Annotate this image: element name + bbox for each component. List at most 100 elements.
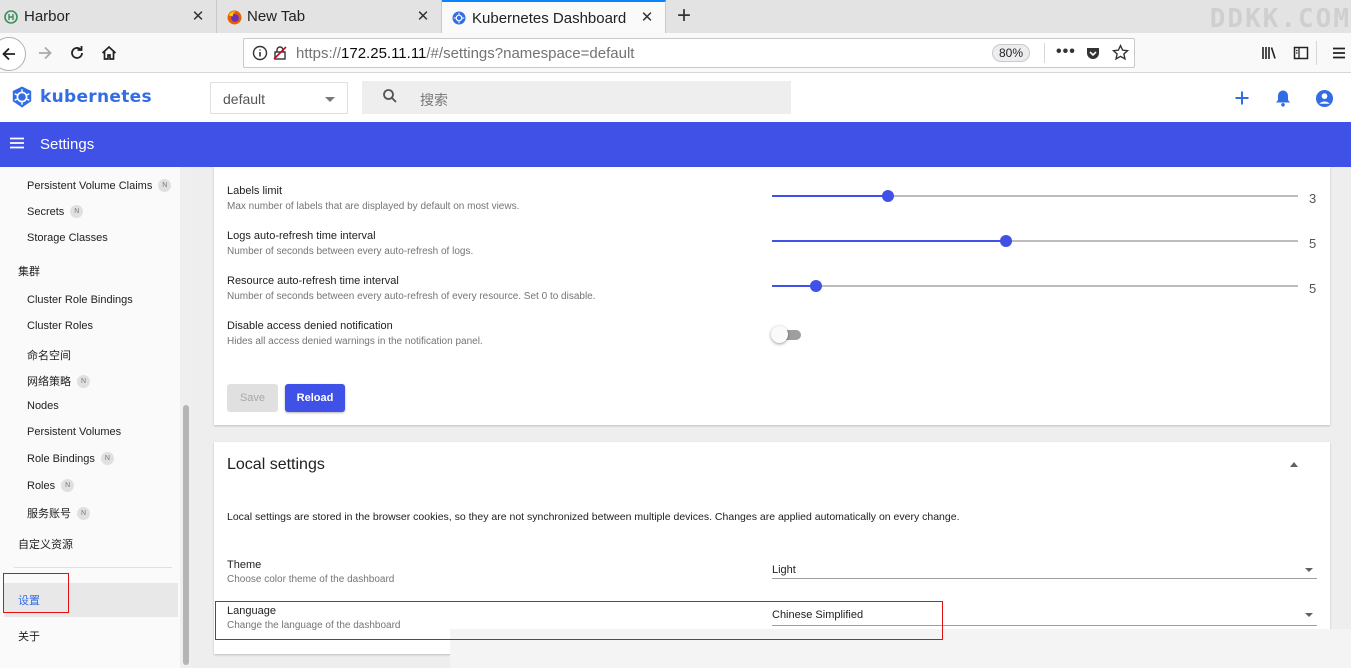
sidebar-item-custom-resources[interactable]: 自定义资源: [18, 536, 73, 552]
sidebar-item-label: Secrets: [27, 205, 65, 218]
sidebar-item-secrets[interactable]: Secrets N: [27, 205, 84, 218]
reload-button[interactable]: Reload: [285, 384, 345, 412]
page-title: Settings: [40, 136, 95, 153]
slider-thumb[interactable]: [809, 280, 822, 292]
save-button[interactable]: Save: [227, 384, 278, 412]
watermark-logo: DDKK.COM: [1209, 4, 1351, 34]
sidebar-item-role-bindings[interactable]: Role Bindings N: [27, 452, 114, 465]
sidebar-item-network-policies[interactable]: 网络策略 N: [27, 373, 90, 389]
search-input[interactable]: 搜索: [362, 81, 791, 114]
resource-refresh-slider[interactable]: [772, 280, 1298, 292]
url-text[interactable]: https://172.25.11.11/#/settings?namespac…: [296, 45, 634, 62]
arrow-right-icon: [39, 46, 52, 60]
info-icon[interactable]: [252, 45, 268, 66]
sidebar-item-cluster-role-bindings[interactable]: Cluster Role Bindings: [27, 294, 133, 306]
user-account-button[interactable]: [1312, 86, 1336, 110]
kubernetes-logo[interactable]: kubernetes: [10, 85, 152, 109]
logs-refresh-slider[interactable]: [772, 235, 1298, 247]
library-button[interactable]: [1255, 39, 1283, 67]
reload-button[interactable]: [63, 39, 91, 67]
pocket-icon[interactable]: [1085, 45, 1101, 66]
disable-access-description: Hides all access denied warnings in the …: [227, 336, 483, 347]
tab-title: Harbor: [24, 8, 70, 25]
close-tab-icon[interactable]: ✕: [188, 7, 208, 27]
kubernetes-wheel-icon: [12, 86, 32, 108]
sidebar-item-label: Persistent Volume Claims: [27, 179, 153, 192]
sidebar-item-persistent-volumes[interactable]: Persistent Volumes: [27, 426, 121, 438]
sidebar-item-service-accounts[interactable]: 服务账号 N: [27, 505, 90, 521]
sidebar-item-roles[interactable]: Roles N: [27, 479, 75, 492]
sidebar-item-label: 网络策略: [27, 376, 71, 388]
close-tab-icon[interactable]: ✕: [637, 8, 657, 28]
sidebar-item-label: Roles: [27, 479, 56, 492]
theme-select-value[interactable]: Light: [772, 564, 796, 576]
sidebar-scrollbar-thumb[interactable]: [183, 405, 189, 665]
labels-limit-label: Labels limit: [227, 185, 283, 197]
sidebar-item-about[interactable]: 关于: [18, 628, 40, 644]
collapse-chevron-up-icon[interactable]: [1290, 462, 1298, 467]
namespaced-badge: N: [100, 452, 114, 465]
chevron-down-icon: [325, 97, 335, 102]
back-button[interactable]: [0, 37, 26, 71]
kubernetes-favicon-icon: [452, 11, 466, 25]
reload-icon: [71, 46, 83, 59]
namespaced-badge: N: [158, 179, 172, 192]
address-bar[interactable]: https://172.25.11.11/#/settings?namespac…: [243, 38, 1135, 68]
sidebar-item-nodes[interactable]: Nodes: [27, 400, 59, 412]
slider-thumb[interactable]: [999, 235, 1012, 247]
search-placeholder: 搜索: [420, 92, 448, 108]
sidebar-item-label: Storage Classes: [27, 232, 108, 244]
divider: [1044, 43, 1045, 63]
arrow-left-icon: [2, 47, 15, 61]
resource-refresh-value: 5: [1309, 281, 1317, 296]
logs-refresh-label: Logs auto-refresh time interval: [227, 230, 376, 242]
slider-thumb[interactable]: [881, 190, 894, 202]
local-settings-title: Local settings: [227, 456, 325, 473]
tab-harbor[interactable]: Harbor ✕: [0, 0, 217, 33]
tab-new-tab[interactable]: New Tab ✕: [217, 0, 442, 33]
sidebar-section-cluster[interactable]: 集群: [18, 263, 40, 279]
home-button[interactable]: [95, 39, 123, 67]
create-button[interactable]: [1230, 86, 1254, 110]
close-tab-icon[interactable]: ✕: [413, 7, 433, 27]
labels-limit-slider[interactable]: [772, 190, 1298, 202]
slider-fill: [772, 195, 888, 197]
insecure-lock-icon[interactable]: [272, 45, 288, 66]
sidebar-toggle-button[interactable]: [1287, 39, 1315, 67]
disable-access-label: Disable access denied notification: [227, 320, 393, 332]
sidebar-item-persistent-volume-claims[interactable]: Persistent Volume Claims N: [27, 179, 172, 192]
divider: [14, 567, 172, 568]
namespaced-badge: N: [70, 205, 84, 218]
sidebar-item-label: Role Bindings: [27, 452, 95, 465]
sidebar-item-label: Nodes: [27, 400, 59, 412]
app-header: kubernetes default 搜索: [0, 73, 1351, 122]
tab-kubernetes-dashboard[interactable]: Kubernetes Dashboard ✕: [442, 0, 666, 34]
page-actions-icon[interactable]: •••: [1056, 43, 1076, 61]
hamburger-menu-icon[interactable]: [9, 135, 25, 156]
sidebar-item-cluster-roles[interactable]: Cluster Roles: [27, 320, 93, 332]
browser-tab-strip: Harbor ✕ New Tab ✕ Kubernetes Dashboard …: [0, 0, 1351, 34]
chevron-down-icon[interactable]: [1305, 613, 1313, 617]
sidebar-item-label: 命名空间: [27, 350, 71, 362]
open-menu-button[interactable]: [1325, 39, 1351, 67]
notifications-button[interactable]: [1271, 86, 1295, 110]
namespace-select[interactable]: default: [210, 82, 348, 114]
divider: [1316, 41, 1317, 65]
library-icon: [1262, 47, 1276, 59]
tab-title: New Tab: [247, 8, 306, 25]
highlight-box-settings: [3, 573, 69, 613]
plus-icon: [1235, 91, 1249, 105]
namespaced-badge: N: [61, 479, 75, 492]
chevron-down-icon[interactable]: [1305, 568, 1313, 572]
search-icon: [382, 88, 398, 109]
zoom-indicator[interactable]: 80%: [992, 44, 1030, 62]
page-toolbar: Settings: [0, 122, 1351, 167]
toggle-thumb[interactable]: [771, 326, 788, 343]
namespaced-badge: N: [77, 506, 90, 520]
sidebar-item-namespaces[interactable]: 命名空间: [27, 347, 71, 363]
bookmark-star-icon[interactable]: [1111, 43, 1130, 66]
new-tab-button[interactable]: +: [670, 3, 698, 31]
forward-button[interactable]: [31, 39, 59, 67]
labels-limit-description: Max number of labels that are displayed …: [227, 201, 520, 212]
sidebar-item-storage-classes[interactable]: Storage Classes: [27, 232, 108, 244]
